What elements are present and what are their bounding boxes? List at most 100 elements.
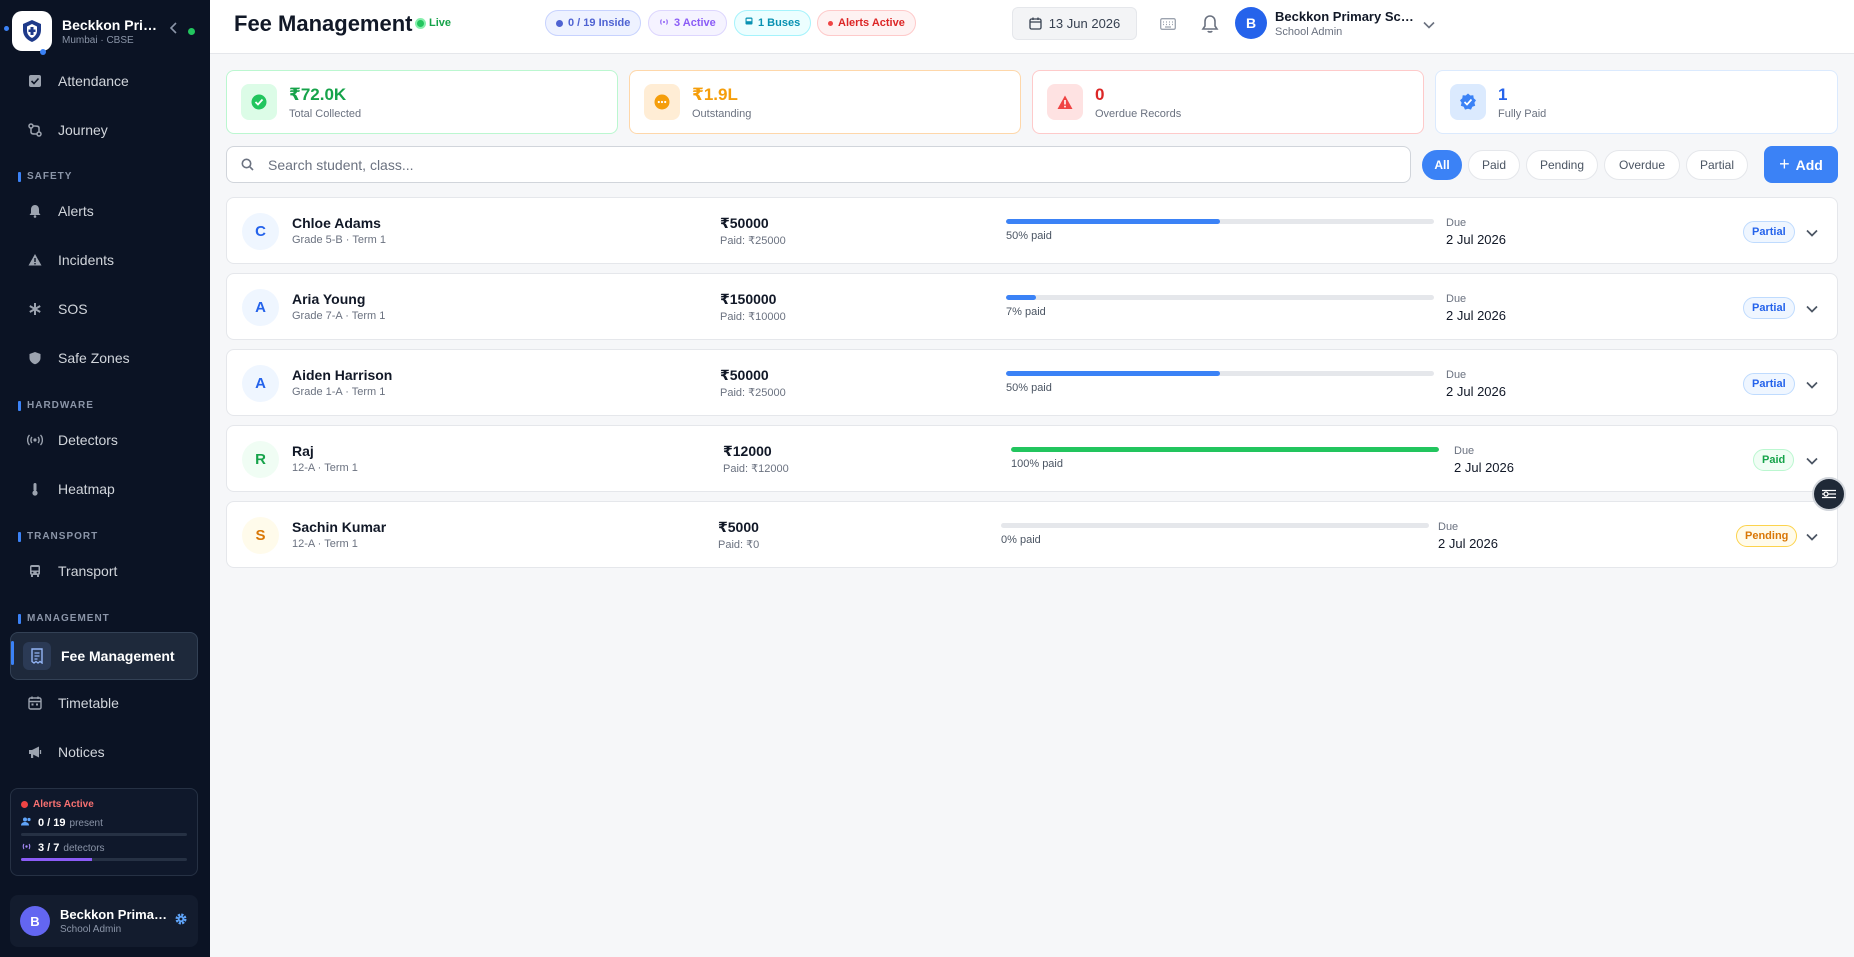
chevron-down-icon[interactable] (1423, 16, 1435, 34)
receipt-icon (23, 642, 51, 670)
sidebar-item-label: SOS (58, 301, 88, 317)
check-circle-icon (241, 84, 277, 120)
user-role: School Admin (60, 924, 122, 935)
sidebar-item-attendance[interactable]: Attendance (10, 61, 198, 101)
filter-all-button[interactable]: All (1422, 150, 1462, 180)
page-title: Fee Management (234, 11, 413, 36)
kpi-total-collected: ₹72.0K Total Collected (226, 70, 618, 134)
bus-icon (745, 17, 753, 29)
calendar-icon (1029, 17, 1042, 30)
kpi-fully-paid: 1 Fully Paid (1435, 70, 1838, 134)
payment-progress-bar (1006, 219, 1434, 224)
sidebar-user-card[interactable]: B Beckkon Primary School School Admin (10, 895, 198, 947)
filter-pending-button[interactable]: Pending (1526, 150, 1598, 180)
sidebar-item-safe-zones[interactable]: Safe Zones (10, 338, 198, 378)
buses-pill[interactable]: 1 Buses (734, 10, 812, 36)
sidebar-item-detectors[interactable]: Detectors (10, 420, 198, 460)
sidebar-item-label: Notices (58, 744, 105, 760)
active-detectors-pill[interactable]: 3 Active (648, 10, 727, 36)
kpi-outstanding: ₹1.9L Outstanding (629, 70, 1021, 134)
detectors-label: detectors (63, 842, 105, 854)
paid-amount: Paid: ₹10000 (720, 311, 786, 323)
sidebar-item-transport[interactable]: Transport (10, 551, 198, 591)
expand-row-chevron-down-icon[interactable] (1806, 300, 1818, 318)
avatar[interactable]: B (1235, 7, 1267, 39)
bus-icon (26, 562, 44, 580)
detectors-count: 3 / 7 (38, 842, 60, 854)
notifications-bell-icon[interactable] (1201, 14, 1219, 39)
due-date: 2 Jul 2026 (1454, 460, 1514, 475)
alerts-active-pill[interactable]: Alerts Active (817, 10, 916, 36)
status-badge: Pending (1736, 525, 1798, 547)
due-date: 2 Jul 2026 (1446, 308, 1506, 323)
filter-overdue-button[interactable]: Overdue (1604, 150, 1680, 180)
users-icon (21, 817, 32, 829)
kpi-value: 1 (1498, 84, 1508, 104)
selected-date: 13 Jun 2026 (1048, 16, 1121, 31)
search-input[interactable] (268, 156, 1368, 173)
add-fee-record-button[interactable]: + Add (1764, 146, 1838, 183)
sidebar-item-notices[interactable]: Notices (10, 732, 198, 772)
sidebar-item-incidents[interactable]: Incidents (10, 240, 198, 280)
brand-location: Mumbai · CBSE (62, 34, 134, 46)
table-row[interactable]: R Raj 12-A · Term 1 ₹12000 Paid: ₹12000 100% … (226, 425, 1838, 492)
sidebar-item-journey[interactable]: Journey (10, 110, 198, 150)
topbar: Fee Management Live 0 / 19 Inside 3 Acti… (210, 0, 1854, 54)
kpi-overdue-records: 0 Overdue Records (1032, 70, 1424, 134)
avatar: A (242, 365, 279, 402)
student-class-term: Grade 7-A · Term 1 (292, 310, 386, 322)
student-class-term: Grade 5-B · Term 1 (292, 234, 386, 246)
alert-status-dot (21, 801, 28, 808)
table-row[interactable]: A Aria Young Grade 7-A · Term 1 ₹150000 Paid… (226, 273, 1838, 340)
due-label: Due (1446, 369, 1467, 381)
payment-progress-bar (1006, 295, 1434, 300)
sidebar-item-heatmap[interactable]: Heatmap (10, 469, 198, 509)
student-class-term: 12-A · Term 1 (292, 462, 358, 474)
kpi-label: Overdue Records (1095, 107, 1182, 120)
gear-icon[interactable] (174, 912, 188, 931)
filter-paid-button[interactable]: Paid (1468, 150, 1520, 180)
status-summary-card: Alerts Active 0 / 19 present 3 / 7 detec… (10, 788, 198, 876)
keyboard-icon[interactable] (1160, 17, 1176, 35)
table-row[interactable]: S Sachin Kumar 12-A · Term 1 ₹5000 Paid: ₹0 0… (226, 501, 1838, 568)
due-date: 2 Jul 2026 (1446, 384, 1506, 399)
online-status-dot (188, 28, 195, 35)
inside-count-pill[interactable]: 0 / 19 Inside (545, 10, 642, 36)
expand-row-chevron-down-icon[interactable] (1806, 376, 1818, 394)
payment-percentage: 7% paid (1006, 306, 1046, 318)
expand-row-chevron-down-icon[interactable] (1806, 528, 1818, 546)
expand-row-chevron-down-icon[interactable] (1806, 452, 1818, 470)
table-row[interactable]: A Aiden Harrison Grade 1-A · Term 1 ₹50000 P… (226, 349, 1838, 416)
section-label-safety: SAFETY (18, 171, 72, 182)
sidebar-item-label: Timetable (58, 695, 119, 711)
filter-partial-button[interactable]: Partial (1686, 150, 1748, 180)
collapse-sidebar-chevron-left-icon[interactable] (169, 22, 178, 37)
search-icon (241, 158, 254, 171)
date-picker-button[interactable]: 13 Jun 2026 (1012, 7, 1137, 40)
paid-amount: Paid: ₹0 (718, 539, 760, 551)
paid-amount: Paid: ₹25000 (720, 387, 786, 399)
status-badge: Partial (1743, 297, 1795, 319)
route-icon (26, 121, 44, 139)
account-menu[interactable]: Beckkon Primary School School Admin (1275, 9, 1415, 38)
sidebar-item-label: Incidents (58, 252, 115, 268)
sidebar-item-sos[interactable]: SOS (10, 289, 198, 329)
sidebar-item-alerts[interactable]: Alerts (10, 191, 198, 231)
fee-amount: ₹50000 (720, 215, 769, 231)
section-label-hardware: HARDWARE (18, 400, 94, 411)
payment-percentage: 50% paid (1006, 382, 1052, 394)
sidebar-item-timetable[interactable]: Timetable (10, 683, 198, 723)
search-box[interactable] (226, 146, 1411, 183)
table-row[interactable]: C Chloe Adams Grade 5-B · Term 1 ₹50000 Paid… (226, 197, 1838, 264)
fee-amount: ₹12000 (723, 443, 772, 459)
payment-progress-bar (1006, 371, 1434, 376)
floating-options-button[interactable] (1812, 477, 1846, 511)
payment-progress-bar (1001, 523, 1429, 528)
detector-signal-icon (21, 842, 32, 854)
verified-badge-icon (1450, 84, 1486, 120)
status-badge: Partial (1743, 221, 1795, 243)
megaphone-icon (26, 743, 44, 761)
due-label: Due (1446, 293, 1467, 305)
sidebar-item-fee-management[interactable]: Fee Management (10, 632, 198, 680)
expand-row-chevron-down-icon[interactable] (1806, 224, 1818, 242)
